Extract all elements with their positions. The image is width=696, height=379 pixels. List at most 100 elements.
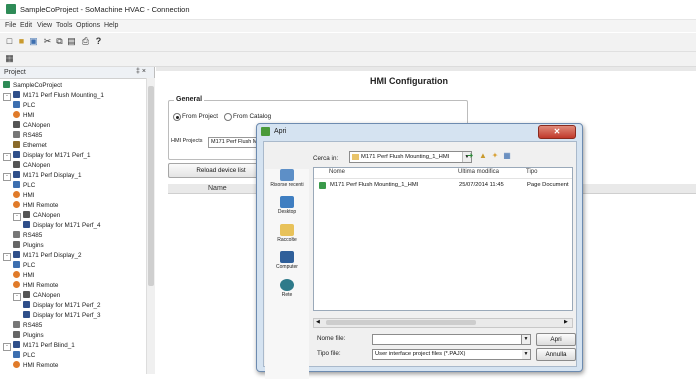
plc-icon bbox=[13, 181, 20, 188]
save-icon[interactable]: ▣ bbox=[28, 36, 39, 47]
tree-item[interactable]: HMI bbox=[13, 111, 35, 120]
ethernet-icon bbox=[13, 141, 20, 148]
libraries-icon bbox=[280, 224, 294, 236]
tree-item[interactable]: - M171 Perf Flush Mounting_1 bbox=[3, 91, 104, 101]
tree-item[interactable]: PLC bbox=[13, 101, 35, 110]
column-name[interactable]: Nome bbox=[329, 169, 345, 175]
place-network-label: Rete bbox=[281, 292, 293, 298]
print-icon[interactable]: ⎙ bbox=[80, 36, 91, 47]
tree-item-label: CANopen bbox=[23, 122, 51, 129]
menu-options[interactable]: Options bbox=[76, 22, 100, 29]
look-in-dropdown[interactable]: M171 Perf Flush Mounting_1_HMI ▼ bbox=[349, 151, 472, 163]
project-icon bbox=[3, 81, 10, 88]
tree-item-label: Display for M171 Perf_2 bbox=[33, 302, 101, 309]
tree-item[interactable]: PLC bbox=[13, 261, 35, 270]
collapse-toggle-icon[interactable]: - bbox=[13, 293, 21, 301]
tree-item[interactable]: CANopen bbox=[13, 121, 50, 130]
tree-item-label: PLC bbox=[23, 352, 36, 359]
copy-icon[interactable]: ⧉ bbox=[54, 36, 65, 47]
view-menu-icon[interactable]: ▦ bbox=[502, 151, 512, 161]
menu-file[interactable]: File bbox=[5, 22, 16, 29]
collapse-toggle-icon[interactable]: - bbox=[3, 93, 11, 101]
up-folder-icon[interactable]: ▲ bbox=[478, 151, 488, 161]
tree-item[interactable]: HMI bbox=[13, 191, 35, 200]
open-folder-icon[interactable]: ■ bbox=[16, 36, 27, 47]
from-catalog-radio[interactable] bbox=[224, 113, 232, 121]
tree-item[interactable]: HMI Remote bbox=[13, 201, 58, 210]
cut-icon[interactable]: ✂ bbox=[42, 36, 53, 47]
collapse-toggle-icon[interactable]: - bbox=[13, 213, 21, 221]
scroll-right-icon[interactable]: ▶ bbox=[564, 319, 568, 325]
tree-item[interactable]: - M171 Perf Display_2 bbox=[3, 251, 81, 261]
tree-item[interactable]: - M171 Perf Blind_1 bbox=[3, 341, 75, 351]
tree-item[interactable]: RS485 bbox=[13, 231, 42, 240]
tree-item[interactable]: HMI Remote bbox=[13, 281, 58, 290]
pin-close-icon[interactable]: ‡ × bbox=[136, 68, 146, 75]
tree-item[interactable]: - M171 Perf Display_1 bbox=[3, 171, 82, 181]
open-button[interactable]: Apri bbox=[536, 333, 576, 346]
canopen-icon bbox=[23, 291, 30, 298]
scroll-left-icon[interactable]: ◀ bbox=[316, 319, 320, 325]
tree-item[interactable]: HMI bbox=[13, 271, 35, 280]
file-type-dropdown[interactable]: User interface project files (*.PAJX) bbox=[372, 349, 524, 360]
tree-item[interactable]: Display for M171 Perf_4 bbox=[23, 221, 101, 230]
from-project-radio[interactable] bbox=[173, 113, 181, 121]
collapse-toggle-icon[interactable]: - bbox=[3, 343, 11, 351]
dialog-close-button[interactable]: ✕ bbox=[538, 125, 576, 139]
tree-item[interactable]: RS485 bbox=[13, 131, 42, 140]
tree-item[interactable]: Display for M171 Perf_2 bbox=[23, 301, 101, 310]
help-icon[interactable]: ? bbox=[93, 36, 104, 47]
file-name-input[interactable] bbox=[372, 334, 522, 345]
menu-tools[interactable]: Tools bbox=[56, 22, 72, 29]
place-recent[interactable]: Risorse recenti bbox=[265, 169, 309, 188]
tree-item[interactable]: Display for M171 Perf_3 bbox=[23, 311, 101, 320]
menu-edit[interactable]: Edit bbox=[20, 22, 32, 29]
tree-item[interactable]: - CANopen bbox=[13, 211, 60, 221]
place-desktop[interactable]: Desktop bbox=[265, 196, 309, 215]
canopen-icon bbox=[13, 161, 20, 168]
file-name-chevron-icon[interactable]: ▼ bbox=[522, 334, 531, 345]
back-icon[interactable]: ➜ bbox=[465, 151, 475, 161]
menu-help[interactable]: Help bbox=[104, 22, 118, 29]
new-folder-icon[interactable]: ✦ bbox=[490, 151, 500, 161]
column-type[interactable]: Tipo bbox=[526, 169, 537, 175]
column-modified[interactable]: Ultima modifica bbox=[458, 169, 499, 175]
tree-item[interactable]: - CANopen bbox=[13, 291, 60, 301]
place-libraries-label: Raccolte bbox=[277, 237, 297, 243]
name-column-header[interactable]: Name bbox=[208, 185, 227, 192]
collapse-toggle-icon[interactable]: - bbox=[3, 153, 11, 161]
file-list-hscrollbar[interactable]: ◀ ▶ bbox=[313, 318, 573, 328]
place-computer[interactable]: Computer bbox=[265, 251, 309, 270]
tree-item-label: M171 Perf Display_1 bbox=[23, 172, 82, 179]
tree-item[interactable]: Plugins bbox=[13, 241, 44, 250]
menu-view[interactable]: View bbox=[37, 22, 52, 29]
hscroll-thumb[interactable] bbox=[326, 320, 476, 325]
tree-item[interactable]: PLC bbox=[13, 181, 35, 190]
tree-item[interactable]: - Display for M171 Perf_1 bbox=[3, 151, 91, 161]
tree-item[interactable]: RS485 bbox=[13, 321, 42, 330]
cancel-button[interactable]: Annulla bbox=[536, 348, 576, 361]
place-libraries[interactable]: Raccolte bbox=[265, 224, 309, 243]
place-computer-label: Computer bbox=[276, 264, 298, 270]
catalog-icon[interactable]: ▦ bbox=[4, 53, 15, 64]
new-file-icon[interactable]: □ bbox=[4, 36, 15, 47]
place-network[interactable]: Rete bbox=[265, 279, 309, 298]
collapse-toggle-icon[interactable]: - bbox=[3, 173, 11, 181]
display-icon bbox=[13, 151, 20, 158]
paste-icon[interactable]: ▤ bbox=[66, 36, 77, 47]
tree-item[interactable]: CANopen bbox=[13, 161, 50, 170]
rs485-icon bbox=[13, 131, 20, 138]
computer-icon bbox=[280, 251, 294, 263]
file-list[interactable]: Nome Ultima modifica Tipo M171 Perf Flus… bbox=[313, 167, 573, 311]
file-type-chevron-icon[interactable]: ▼ bbox=[522, 349, 531, 360]
tree-item[interactable]: HMI Remote bbox=[13, 361, 58, 370]
scrollbar-thumb[interactable] bbox=[148, 86, 154, 286]
tree-item[interactable]: SampleCoProject bbox=[3, 81, 62, 90]
collapse-toggle-icon[interactable]: - bbox=[3, 253, 11, 261]
tree-item[interactable]: Ethernet bbox=[13, 141, 47, 150]
tree-item[interactable]: PLC bbox=[13, 351, 35, 360]
tree-item[interactable]: Plugins bbox=[13, 331, 44, 340]
tree-item-label: HMI bbox=[23, 272, 35, 279]
file-list-item[interactable]: M171 Perf Flush Mounting_1_HMI 25/07/201… bbox=[315, 181, 569, 190]
project-scrollbar[interactable] bbox=[146, 78, 155, 374]
